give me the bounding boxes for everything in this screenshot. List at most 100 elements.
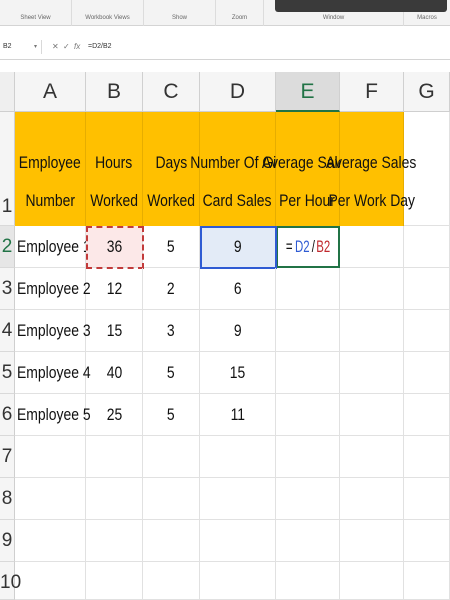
column-header-e[interactable]: E (276, 72, 340, 112)
cell-a5[interactable]: Employee 4 (15, 352, 91, 394)
cell-c4[interactable]: 3 (143, 310, 200, 352)
select-all-corner[interactable] (0, 72, 15, 112)
column-header-g[interactable]: G (404, 72, 450, 112)
ribbon-group-workbook-views[interactable]: Workbook Views (72, 0, 144, 26)
cell-f3[interactable] (340, 268, 404, 310)
row-header-10[interactable]: 10 (0, 562, 21, 600)
ribbon-overlay (275, 0, 447, 12)
cell-d5[interactable]: 15 (200, 352, 276, 394)
cell-e9[interactable] (276, 520, 340, 562)
formula-bar: B2 ▾ ✕ ✓ fx =D2/B2 (0, 34, 450, 60)
cell-g10[interactable] (404, 562, 450, 600)
column-header-b[interactable]: B (86, 72, 143, 112)
header-cell-hours-worked[interactable]: Hours Worked (86, 112, 143, 226)
cell-d9[interactable] (200, 520, 276, 562)
cell-a6[interactable]: Employee 5 (15, 394, 91, 436)
cell-c2[interactable]: 5 (143, 226, 200, 268)
column-header-f[interactable]: F (340, 72, 404, 112)
header-line: Worked (147, 191, 195, 210)
row-header-5[interactable]: 5 (0, 352, 15, 394)
cell-c10[interactable] (143, 562, 200, 600)
ribbon-group-zoom[interactable]: Zoom (216, 0, 264, 26)
cell-d3[interactable]: 6 (200, 268, 276, 310)
formula-input[interactable]: =D2/B2 (88, 40, 112, 54)
cell-c9[interactable] (143, 520, 200, 562)
column-header-d[interactable]: D (200, 72, 276, 112)
cell-e4[interactable] (276, 310, 340, 352)
cell-g4[interactable] (404, 310, 450, 352)
chevron-down-icon[interactable]: ▾ (34, 40, 37, 54)
cell-c6[interactable]: 5 (143, 394, 200, 436)
cell-f7[interactable] (340, 436, 404, 478)
cell-g6[interactable] (404, 394, 450, 436)
cell-f8[interactable] (340, 478, 404, 520)
header-line: Worked (90, 191, 138, 210)
cell-e3[interactable] (276, 268, 340, 310)
cell-g5[interactable] (404, 352, 450, 394)
row-header-2[interactable]: 2 (0, 226, 15, 268)
cell-b3[interactable]: 12 (86, 268, 143, 310)
row-header-8[interactable]: 8 (0, 478, 15, 520)
column-header-a[interactable]: A (15, 72, 86, 112)
cell-b6[interactable]: 25 (86, 394, 143, 436)
cancel-icon[interactable]: ✕ (52, 40, 59, 54)
cell-e2-editing[interactable]: = D2/B2 (276, 226, 340, 268)
column-header-c[interactable]: C (143, 72, 200, 112)
cell-f10[interactable] (340, 562, 404, 600)
cell-c3[interactable]: 2 (143, 268, 200, 310)
cell-a10[interactable] (15, 562, 86, 600)
cell-a3[interactable]: Employee 2 (15, 268, 91, 310)
row-header-1[interactable]: 1 (0, 112, 15, 226)
header-cell-avg-sales-per-work-day[interactable]: Average Sales Per Work Day (326, 112, 417, 226)
cell-g8[interactable] (404, 478, 450, 520)
cell-g3[interactable] (404, 268, 450, 310)
cell-g7[interactable] (404, 436, 450, 478)
cell-d10[interactable] (200, 562, 276, 600)
cell-b9[interactable] (86, 520, 143, 562)
cell-b7[interactable] (86, 436, 143, 478)
cell-f4[interactable] (340, 310, 404, 352)
fx-icon[interactable]: fx (74, 40, 80, 54)
cell-d7[interactable] (200, 436, 276, 478)
cell-e6[interactable] (276, 394, 340, 436)
cell-d4[interactable]: 9 (200, 310, 276, 352)
row-header-7[interactable]: 7 (0, 436, 15, 478)
header-line: Per Hour (279, 191, 336, 210)
cell-b4[interactable]: 15 (86, 310, 143, 352)
cell-b10[interactable] (86, 562, 143, 600)
enter-icon[interactable]: ✓ (63, 40, 70, 54)
cell-f6[interactable] (340, 394, 404, 436)
ribbon-group-show[interactable]: Show (144, 0, 216, 26)
cell-d8[interactable] (200, 478, 276, 520)
header-line: Days (155, 153, 187, 172)
cell-a2[interactable]: Employee 1 (15, 226, 91, 268)
cell-d2[interactable]: 9 (200, 226, 276, 268)
cell-f5[interactable] (340, 352, 404, 394)
row-header-9[interactable]: 9 (0, 520, 15, 562)
cell-c8[interactable] (143, 478, 200, 520)
cell-e8[interactable] (276, 478, 340, 520)
cell-e7[interactable] (276, 436, 340, 478)
cell-a9[interactable] (15, 520, 86, 562)
header-cell-employee-number[interactable]: Employee Number (15, 112, 86, 226)
cell-d6[interactable]: 11 (200, 394, 276, 436)
cell-f2[interactable] (340, 226, 404, 268)
cell-c5[interactable]: 5 (143, 352, 200, 394)
ribbon-group-sheet-view[interactable]: Sheet View (0, 0, 72, 26)
cell-b5[interactable]: 40 (86, 352, 143, 394)
cell-g2[interactable] (404, 226, 450, 268)
cell-c7[interactable] (143, 436, 200, 478)
cell-g1[interactable] (404, 112, 450, 226)
row-header-4[interactable]: 4 (0, 310, 15, 352)
cell-f9[interactable] (340, 520, 404, 562)
row-header-3[interactable]: 3 (0, 268, 15, 310)
cell-e10[interactable] (276, 562, 340, 600)
cell-a4[interactable]: Employee 3 (15, 310, 91, 352)
cell-g9[interactable] (404, 520, 450, 562)
cell-a7[interactable] (15, 436, 86, 478)
cell-a8[interactable] (15, 478, 86, 520)
cell-e5[interactable] (276, 352, 340, 394)
cell-b8[interactable] (86, 478, 143, 520)
cell-b2[interactable]: 36 (86, 226, 143, 268)
row-header-6[interactable]: 6 (0, 394, 15, 436)
